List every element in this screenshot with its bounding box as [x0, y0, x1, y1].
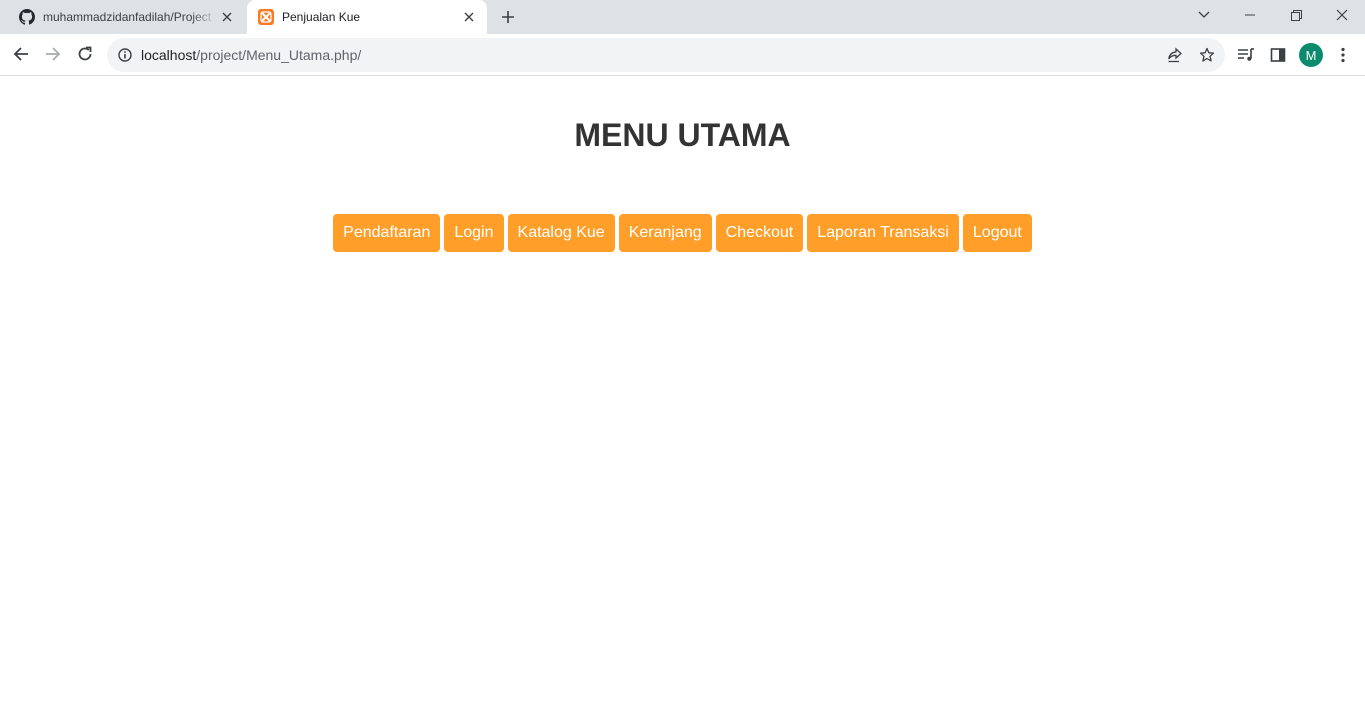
profile-avatar[interactable]: M	[1299, 43, 1323, 67]
xampp-icon	[258, 9, 274, 25]
forward-button[interactable]	[38, 39, 68, 69]
menu-button-logout[interactable]: Logout	[962, 214, 1032, 252]
share-icon[interactable]	[1165, 45, 1185, 65]
tab-strip: muhammadzidanfadilah/Project Penjualan K…	[0, 0, 1365, 34]
info-icon[interactable]	[117, 47, 133, 63]
tab-github[interactable]: muhammadzidanfadilah/Project	[8, 0, 245, 34]
browser-toolbar: localhost/project/Menu_Utama.php/ M	[0, 34, 1365, 76]
minimize-icon	[1245, 14, 1255, 16]
plus-icon	[502, 11, 514, 23]
menu-button-pendaftaran[interactable]: Pendaftaran	[333, 214, 441, 252]
close-window-button[interactable]	[1319, 0, 1365, 30]
minimize-button[interactable]	[1227, 0, 1273, 30]
tab-search-button[interactable]	[1181, 0, 1227, 30]
menu-button-keranjang[interactable]: Keranjang	[618, 214, 712, 252]
address-bar[interactable]: localhost/project/Menu_Utama.php/	[107, 38, 1225, 72]
tab-title: muhammadzidanfadilah/Project	[43, 10, 212, 24]
reload-button[interactable]	[70, 39, 100, 69]
page-title: MENU UTAMA	[574, 117, 791, 153]
page-content: MENU UTAMA Pendaftaran Login Katalog Kue…	[0, 77, 1365, 726]
menu-button-checkout[interactable]: Checkout	[715, 214, 804, 252]
back-button[interactable]	[6, 39, 36, 69]
arrow-left-icon	[13, 47, 28, 61]
url-host: localhost	[141, 47, 197, 63]
reload-icon	[78, 46, 92, 61]
media-control-icon[interactable]	[1235, 44, 1257, 66]
tab-penjualan-kue[interactable]: Penjualan Kue	[247, 0, 487, 34]
menu-button-laporan-transaksi[interactable]: Laporan Transaksi	[807, 214, 959, 252]
chevron-down-icon	[1198, 11, 1210, 18]
close-icon	[1336, 9, 1348, 21]
bookmark-star-icon[interactable]	[1197, 45, 1217, 65]
new-tab-button[interactable]	[497, 6, 519, 28]
tab-title: Penjualan Kue	[282, 10, 361, 24]
restore-icon	[1290, 9, 1302, 21]
arrow-right-icon	[46, 47, 61, 61]
github-icon	[19, 9, 35, 25]
more-menu-icon[interactable]	[1332, 44, 1354, 66]
restore-button[interactable]	[1273, 0, 1319, 30]
close-tab-icon[interactable]	[459, 7, 479, 27]
main-menu: Pendaftaran Login Katalog Kue Keranjang …	[0, 214, 1365, 252]
url-path: /project/Menu_Utama.php/	[196, 47, 362, 63]
menu-button-login[interactable]: Login	[444, 214, 504, 252]
url-text: localhost/project/Menu_Utama.php/	[141, 47, 361, 63]
close-tab-icon[interactable]	[217, 7, 237, 27]
side-panel-icon[interactable]	[1267, 44, 1289, 66]
menu-button-katalog-kue[interactable]: Katalog Kue	[507, 214, 615, 252]
